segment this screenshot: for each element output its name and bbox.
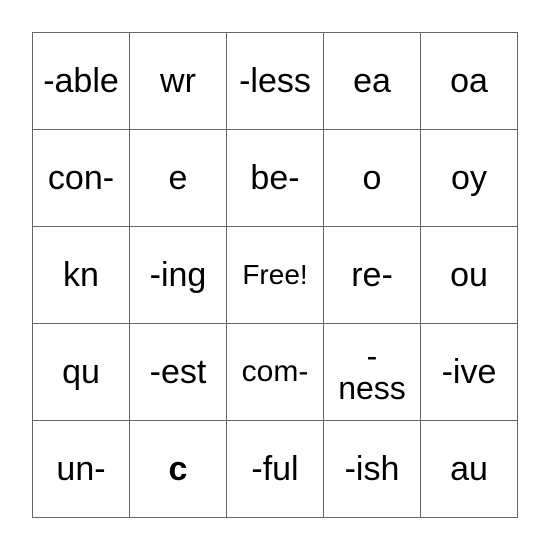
bingo-cell[interactable]: -able bbox=[32, 32, 130, 130]
bingo-cell[interactable]: oa bbox=[420, 32, 518, 130]
free-space-cell[interactable]: Free! bbox=[226, 226, 324, 324]
bingo-cell[interactable]: -ish bbox=[323, 420, 421, 518]
bingo-board: -able wr -less ea oa con- e be- o oy kn … bbox=[32, 32, 518, 518]
bingo-cell[interactable]: con- bbox=[32, 129, 130, 227]
bingo-cell[interactable]: wr bbox=[129, 32, 227, 130]
bingo-cell[interactable]: ea bbox=[323, 32, 421, 130]
bingo-cell[interactable]: un- bbox=[32, 420, 130, 518]
cell-text-ness: ness bbox=[338, 370, 406, 406]
bingo-cell[interactable]: kn bbox=[32, 226, 130, 324]
bingo-cell[interactable]: ou bbox=[420, 226, 518, 324]
bingo-cell[interactable]: com- bbox=[226, 323, 324, 421]
bingo-cell[interactable]: oy bbox=[420, 129, 518, 227]
bingo-cell[interactable]: au bbox=[420, 420, 518, 518]
board-row: un- c -ful -ish au bbox=[32, 420, 518, 518]
bingo-cell[interactable]: -est bbox=[129, 323, 227, 421]
bingo-cell[interactable]: -ing bbox=[129, 226, 227, 324]
bingo-cell[interactable]: e bbox=[129, 129, 227, 227]
cell-text-dash: - bbox=[366, 338, 378, 374]
bingo-cell[interactable]: -ful bbox=[226, 420, 324, 518]
bingo-cell[interactable]: re- bbox=[323, 226, 421, 324]
bingo-cell[interactable]: -less bbox=[226, 32, 324, 130]
board-row: con- e be- o oy bbox=[32, 129, 518, 227]
bingo-cell[interactable]: -ive bbox=[420, 323, 518, 421]
bingo-cell[interactable]: qu bbox=[32, 323, 130, 421]
board-row: qu -est com- - ness -ive bbox=[32, 323, 518, 421]
board-row: -able wr -less ea oa bbox=[32, 32, 518, 130]
bingo-cell[interactable]: be- bbox=[226, 129, 324, 227]
bingo-cell[interactable]: o bbox=[323, 129, 421, 227]
board-row: kn -ing Free! re- ou bbox=[32, 226, 518, 324]
bingo-cell[interactable]: c bbox=[129, 420, 227, 518]
bingo-cell[interactable]: - ness bbox=[323, 323, 421, 421]
